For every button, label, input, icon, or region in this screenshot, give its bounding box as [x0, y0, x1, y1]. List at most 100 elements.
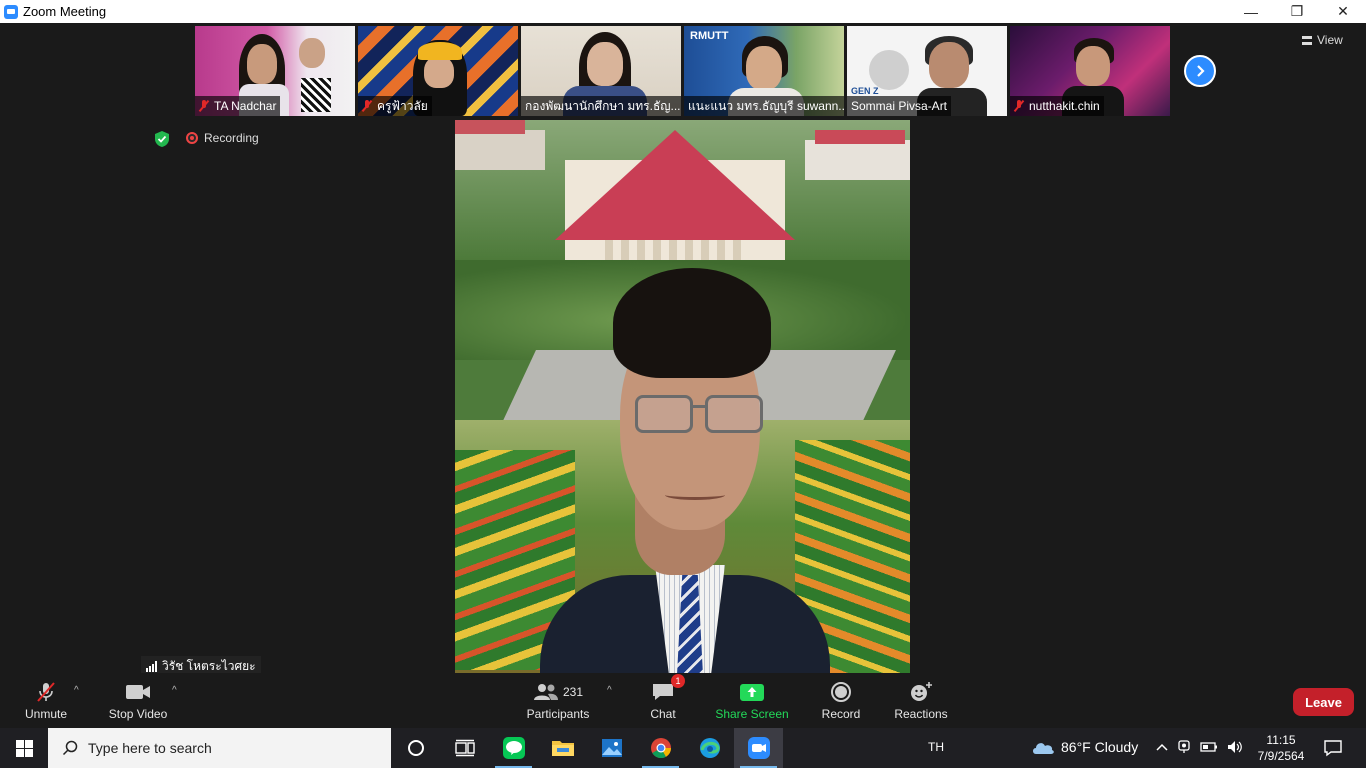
stop-video-label: Stop Video: [108, 707, 168, 721]
line-app-icon: [502, 737, 525, 759]
participant-name-bar: แนะแนว มทร.ธัญบุรี suwann...: [684, 96, 844, 116]
volume-icon[interactable]: [1226, 739, 1244, 755]
weather-widget[interactable]: 86°F Cloudy: [1031, 739, 1138, 755]
rmutt-logo-text: RMUTT: [690, 30, 729, 42]
cortana-button[interactable]: [391, 728, 440, 768]
zoom-icon: [747, 737, 770, 759]
record-label: Record: [821, 707, 861, 721]
photos-icon: [601, 739, 622, 757]
input-language[interactable]: TH: [928, 740, 944, 754]
zoom-taskbar-button[interactable]: [734, 728, 783, 768]
minimize-button[interactable]: —: [1228, 0, 1274, 23]
view-button[interactable]: View: [1302, 33, 1343, 47]
close-button[interactable]: ✕: [1320, 0, 1366, 23]
participant-thumbnail[interactable]: TA Nadchar: [195, 26, 355, 116]
reactions-label: Reactions: [894, 707, 948, 721]
recording-indicator[interactable]: Recording: [186, 131, 259, 145]
stop-video-button[interactable]: Stop Video: [106, 680, 170, 721]
recording-label: Recording: [204, 131, 259, 145]
file-explorer-button[interactable]: [538, 728, 587, 768]
participant-thumbnail[interactable]: GEN Z Sommai Pivsa-Art: [847, 26, 1007, 116]
signal-bars-icon: [146, 660, 157, 672]
muted-microphone-icon: [34, 680, 58, 704]
chevron-right-icon: [1197, 65, 1205, 77]
line-app-button[interactable]: [489, 728, 538, 768]
share-screen-button[interactable]: Share Screen: [715, 680, 789, 721]
gen-z-logo-text: GEN Z: [851, 86, 879, 96]
chat-label: Chat: [650, 707, 676, 721]
meeting-toolbar: Unmute ^ Stop Video ^ 231 Participants ^: [0, 673, 1366, 728]
grid-view-icon: [1302, 35, 1312, 45]
taskbar-clock[interactable]: 11:15 7/9/2564: [1255, 732, 1307, 764]
weather-text: 86°F Cloudy: [1061, 739, 1139, 755]
chat-bubble-icon: 1: [651, 674, 685, 704]
participant-name: TA Nadchar: [214, 99, 277, 113]
participants-button[interactable]: 231 Participants: [524, 680, 592, 721]
webcam-tray-icon[interactable]: [1176, 739, 1192, 755]
participant-name: nutthakit.chin: [1029, 99, 1100, 113]
notification-center-icon[interactable]: [1323, 739, 1343, 757]
chat-unread-badge: 1: [671, 674, 685, 688]
task-view-icon: [454, 739, 475, 757]
edge-icon: [699, 738, 720, 758]
view-label: View: [1317, 33, 1343, 47]
folder-icon: [551, 741, 574, 756]
window-controls: — ❐ ✕: [1228, 0, 1366, 23]
participants-label: Participants: [526, 707, 590, 721]
participant-name: Sommai Pivsa-Art: [851, 99, 948, 113]
participant-count: 231: [562, 685, 584, 699]
share-screen-label: Share Screen: [715, 707, 789, 721]
zoom-app-icon: [4, 4, 18, 19]
leave-button[interactable]: Leave: [1293, 688, 1354, 716]
next-page-button[interactable]: [1184, 55, 1216, 87]
participant-thumbnail[interactable]: กองพัฒนานักศึกษา มทร.ธัญ...: [521, 26, 681, 116]
audio-options-caret[interactable]: ^: [74, 685, 79, 696]
participant-thumbnail[interactable]: RMUTT แนะแนว มทร.ธัญบุรี suwann...: [684, 26, 844, 116]
system-tray: [1156, 739, 1244, 755]
edge-button[interactable]: [685, 728, 734, 768]
video-options-caret[interactable]: ^: [172, 685, 177, 696]
record-icon: [830, 680, 852, 704]
meeting-stage: TA Nadchar ครูฟ้าวลัย กองพัฒนานักศึกษา ม…: [0, 23, 1366, 676]
participant-thumbnail[interactable]: nutthakit.chin: [1010, 26, 1170, 116]
taskbar-search-box[interactable]: Type here to search: [48, 728, 391, 768]
chevron-up-icon[interactable]: [1156, 742, 1168, 752]
participant-name-bar: TA Nadchar: [195, 96, 281, 116]
search-placeholder: Type here to search: [88, 740, 212, 756]
reactions-smiley-icon: [909, 680, 933, 704]
participant-strip: TA Nadchar ครูฟ้าวลัย กองพัฒนานักศึกษา ม…: [195, 26, 1170, 116]
muted-mic-icon: [362, 100, 372, 112]
participants-options-caret[interactable]: ^: [607, 685, 612, 696]
unmute-label: Unmute: [24, 707, 68, 721]
unmute-button[interactable]: Unmute: [22, 680, 70, 721]
participant-name: กองพัฒนานักศึกษา มทร.ธัญ...: [525, 98, 681, 113]
participant-name-bar: กองพัฒนานักศึกษา มทร.ธัญ...: [521, 96, 681, 116]
search-icon: [62, 740, 78, 756]
task-view-button[interactable]: [440, 728, 489, 768]
windows-logo-icon: [15, 739, 33, 757]
participant-name-bar: nutthakit.chin: [1010, 96, 1104, 116]
participant-name: ครูฟ้าวลัย: [377, 98, 428, 113]
reactions-button[interactable]: Reactions: [893, 680, 949, 721]
photos-app-button[interactable]: [587, 728, 636, 768]
restore-button[interactable]: ❐: [1274, 0, 1320, 23]
muted-mic-icon: [1014, 100, 1024, 112]
encryption-shield-icon[interactable]: [153, 130, 171, 148]
windows-taskbar: Type here to search TH 86°F Cloudy 11:15…: [0, 728, 1366, 768]
cloud-icon: [1033, 743, 1054, 754]
chat-button[interactable]: 1 Chat: [645, 674, 685, 721]
participant-name: แนะแนว มทร.ธัญบุรี suwann...: [688, 98, 844, 113]
record-button[interactable]: Record: [820, 680, 862, 721]
participant-name-bar: ครูฟ้าวลัย: [358, 96, 432, 116]
participant-name-bar: Sommai Pivsa-Art: [847, 96, 952, 116]
chrome-button[interactable]: [636, 728, 685, 768]
share-screen-icon: [740, 680, 764, 704]
battery-icon[interactable]: [1200, 741, 1218, 753]
active-speaker-video[interactable]: [455, 120, 910, 675]
muted-mic-icon: [199, 100, 209, 112]
participant-thumbnail[interactable]: ครูฟ้าวลัย: [358, 26, 518, 116]
title-bar: Zoom Meeting — ❐ ✕: [0, 0, 1366, 23]
start-button[interactable]: [0, 728, 48, 768]
video-camera-icon: [125, 680, 151, 704]
clock-time: 11:15: [1266, 733, 1296, 747]
